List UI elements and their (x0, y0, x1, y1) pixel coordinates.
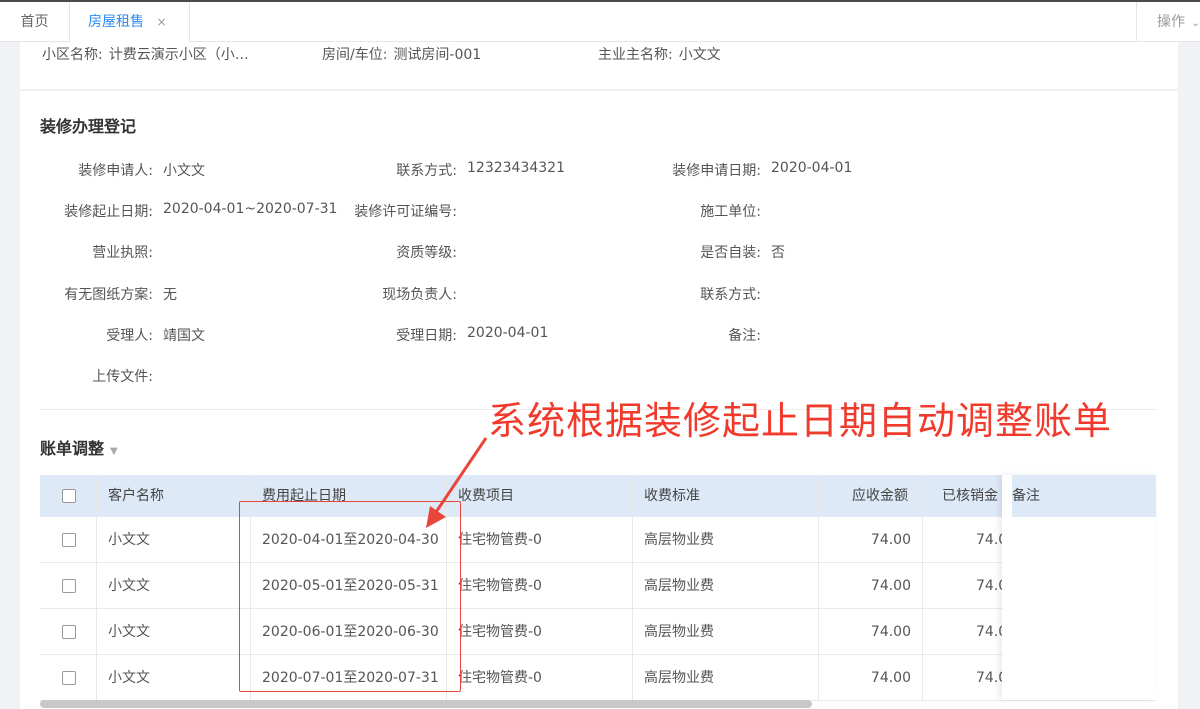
field-label-contact: 联系方式: (396, 163, 457, 179)
field-value-self-decorate: 否 (771, 245, 785, 261)
field-label-site-manager: 现场负责人: (382, 287, 457, 303)
field-value-contact: 12323434321 (467, 160, 565, 176)
tab-bar: 首页 房屋租售 × 操作 ⌄ (0, 0, 1200, 42)
field-label-handler: 受理人: (106, 328, 153, 344)
cell-item: 住宅物管费-0 (458, 670, 542, 686)
col-separator (632, 475, 633, 700)
cell-standard: 高层物业费 (644, 578, 714, 594)
row-checkbox[interactable] (62, 671, 76, 685)
decoration-section-title: 装修办理登记 (40, 117, 137, 136)
cell-receivable: 74.00 (870, 624, 911, 640)
cell-receivable: 74.00 (870, 670, 911, 686)
field-label-contractor: 施工单位: (700, 204, 761, 220)
field-label-period: 装修起止日期: (64, 204, 153, 220)
room-value: 测试房间-001 (393, 47, 482, 63)
col-receivable: 应收金额 (852, 488, 908, 504)
cell-customer: 小文文 (108, 670, 150, 686)
col-separator (96, 475, 97, 700)
cell-item: 住宅物管费-0 (458, 532, 542, 548)
col-separator (922, 475, 923, 700)
close-icon[interactable]: × (156, 15, 166, 29)
row-checkbox[interactable] (62, 533, 76, 547)
field-label-applicant: 装修申请人: (78, 163, 153, 179)
select-all-checkbox[interactable] (62, 489, 76, 503)
field-value-drawing: 无 (163, 287, 177, 303)
row-checkbox[interactable] (62, 579, 76, 593)
cell-customer: 小文文 (108, 532, 150, 548)
col-customer: 客户名称 (108, 488, 164, 504)
cell-customer: 小文文 (108, 624, 150, 640)
highlight-box (239, 501, 461, 692)
bill-section-title[interactable]: 账单调整 ▼ (40, 435, 118, 459)
cell-item: 住宅物管费-0 (458, 624, 542, 640)
cell-customer: 小文文 (108, 578, 150, 594)
col-standard: 收费标准 (644, 488, 700, 504)
cell-standard: 高层物业费 (644, 670, 714, 686)
col-written-off: 已核销金 (942, 488, 998, 504)
cell-receivable: 74.00 (870, 532, 911, 548)
col-item: 收费项目 (458, 488, 514, 504)
field-label-self-decorate: 是否自装: (700, 245, 761, 261)
cell-item: 住宅物管费-0 (458, 578, 542, 594)
bill-section-label: 账单调整 (40, 439, 105, 458)
field-value-applicant: 小文文 (163, 163, 205, 179)
field-label-license: 营业执照: (92, 245, 153, 261)
table-row[interactable]: 小文文 2020-07-01至2020-07-31 住宅物管费-0 高层物业费 … (40, 655, 1156, 701)
house-info-panel: 小区名称: 计费云演示小区（小… 房间/车位: 测试房间-001 主业主名称: 小文文 (20, 42, 1178, 90)
remark-column: 备注 (1002, 475, 1156, 700)
field-label-qualification: 资质等级: (396, 245, 457, 261)
field-label-apply-date: 装修申请日期: (672, 163, 761, 179)
community-label: 小区名称: (42, 47, 103, 63)
field-label-upload: 上传文件: (92, 369, 153, 385)
tab-house-rent-label: 房屋租售 (88, 14, 144, 30)
room-label: 房间/车位: (322, 47, 388, 63)
field-label-permit: 装修许可证编号: (354, 204, 457, 220)
cell-written-off: 74.0 (976, 578, 1002, 594)
cell-written-off: 74.0 (976, 624, 1002, 640)
table-row[interactable]: 小文文 2020-05-01至2020-05-31 住宅物管费-0 高层物业费 … (40, 563, 1156, 609)
table-row[interactable]: 小文文 2020-06-01至2020-06-30 住宅物管费-0 高层物业费 … (40, 609, 1156, 655)
table-header: 客户名称 费用起止日期 收费项目 收费标准 应收金额 已核销金 (40, 475, 1156, 517)
operations-label: 操作 (1157, 14, 1185, 30)
community-value: 计费云演示小区（小… (108, 47, 249, 63)
field-label-handle-date: 受理日期: (396, 328, 457, 344)
cell-standard: 高层物业费 (644, 532, 714, 548)
field-label-drawing: 有无图纸方案: (64, 287, 153, 303)
col-remark: 备注 (1012, 488, 1040, 504)
cell-written-off: 74.0 (976, 532, 1002, 548)
chevron-down-icon: ⌄ (1191, 18, 1200, 29)
owner-field: 主业主名称: 小文文 (598, 44, 721, 64)
field-value-handler: 靖国文 (163, 328, 205, 344)
room-field: 房间/车位: 测试房间-001 (322, 44, 481, 64)
annotation-text: 系统根据装修起止日期自动调整账单 (488, 399, 1113, 443)
community-field: 小区名称: 计费云演示小区（小… (42, 44, 249, 64)
owner-value: 小文文 (678, 47, 721, 63)
row-checkbox[interactable] (62, 625, 76, 639)
tab-home[interactable]: 首页 (0, 2, 70, 42)
table-row[interactable]: 小文文 2020-04-01至2020-04-30 住宅物管费-0 高层物业费 … (40, 517, 1156, 563)
tab-house-rent[interactable]: 房屋租售 × (70, 2, 190, 42)
operations-dropdown[interactable]: 操作 ⌄ (1136, 2, 1200, 42)
caret-down-icon: ▼ (110, 446, 118, 457)
field-label-remark: 备注: (728, 328, 761, 344)
cell-receivable: 74.00 (870, 578, 911, 594)
field-value-handle-date: 2020-04-01 (467, 325, 549, 341)
field-value-apply-date: 2020-04-01 (771, 160, 853, 176)
horizontal-scrollbar[interactable] (40, 700, 812, 708)
col-separator (818, 475, 819, 700)
cell-standard: 高层物业费 (644, 624, 714, 640)
cell-written-off: 74.0 (976, 670, 1002, 686)
field-value-period: 2020-04-01~2020-07-31 (163, 201, 338, 217)
owner-label: 主业主名称: (598, 47, 673, 63)
field-label-contact-2: 联系方式: (700, 287, 761, 303)
